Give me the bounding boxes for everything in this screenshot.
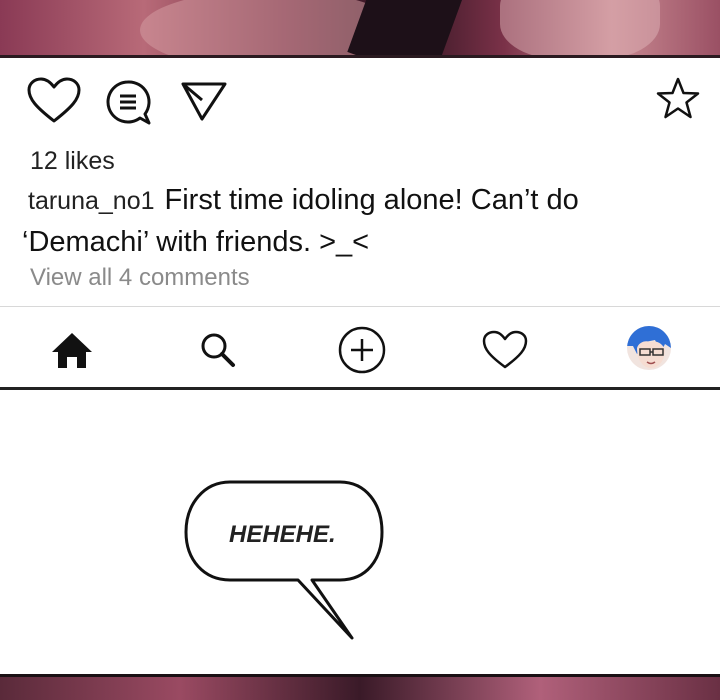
activity-heart-icon[interactable] bbox=[481, 330, 529, 370]
caption-line-1: taruna_no1 First time idoling alone! Can’… bbox=[28, 184, 579, 217]
send-icon[interactable] bbox=[180, 80, 228, 122]
profile-avatar[interactable] bbox=[625, 324, 673, 372]
likes-count[interactable]: 12 likes bbox=[30, 147, 115, 176]
heart-icon[interactable] bbox=[26, 77, 82, 125]
view-comments-link[interactable]: View all 4 comments bbox=[30, 264, 250, 292]
comic-panel-top-art bbox=[0, 0, 720, 58]
comment-icon[interactable] bbox=[103, 78, 153, 126]
search-icon[interactable] bbox=[198, 330, 238, 370]
speech-bubble-text: HEHEHE. bbox=[229, 521, 336, 548]
home-icon[interactable] bbox=[50, 330, 94, 370]
username-link[interactable]: taruna_no1 bbox=[28, 187, 155, 215]
bookmark-star-icon[interactable] bbox=[655, 76, 701, 120]
speech-bubble bbox=[184, 480, 384, 640]
caption-line-2: ‘Demachi’ with friends. >_< bbox=[22, 226, 370, 258]
comic-panel-bottom-art bbox=[0, 674, 720, 700]
add-icon[interactable] bbox=[336, 324, 388, 376]
caption-text-1: First time idoling alone! Can’t do bbox=[164, 184, 579, 216]
